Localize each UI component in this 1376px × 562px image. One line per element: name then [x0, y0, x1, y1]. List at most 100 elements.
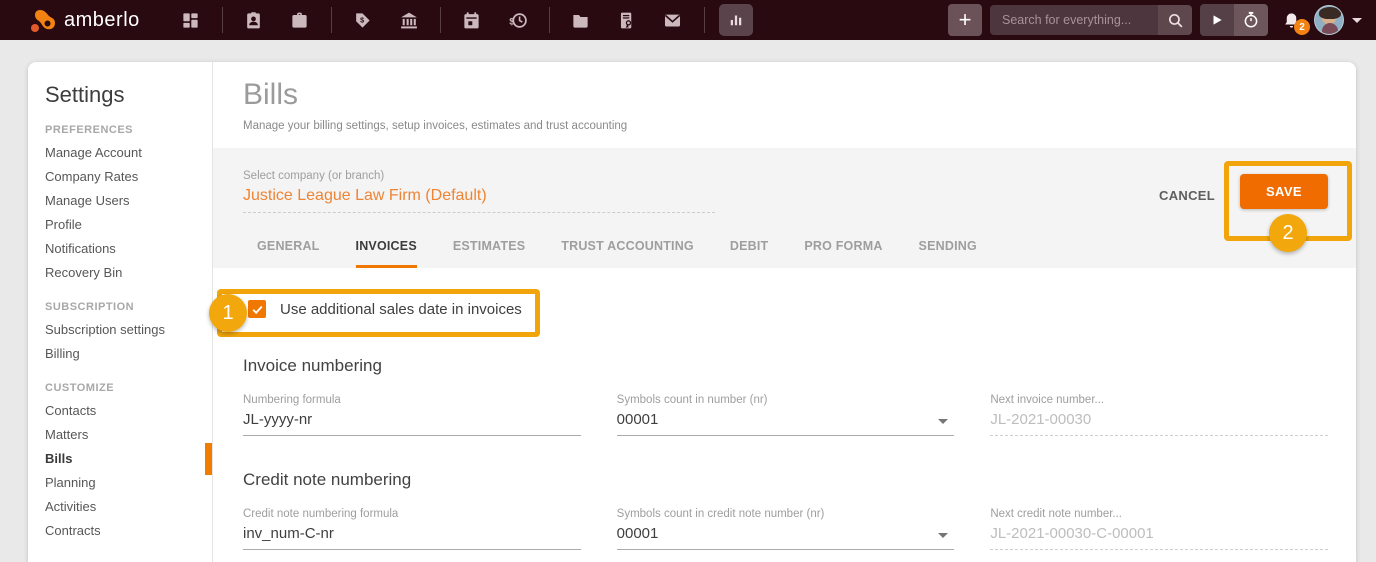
document-seal-icon[interactable] — [610, 4, 644, 36]
topbar-divider — [703, 7, 705, 33]
symbols-count-field: Symbols count in number (nr) 00001 — [616, 394, 955, 436]
tab-invoices[interactable]: INVOICES — [355, 239, 417, 268]
sidebar-item-manage-account[interactable]: Manage Account — [45, 141, 212, 165]
bank-icon[interactable] — [392, 4, 426, 36]
sidebar-section-customize: CUSTOMIZE — [45, 382, 115, 394]
topbar-nav-icons: $ $ — [174, 4, 753, 36]
sidebar-item-notifications[interactable]: Notifications — [45, 237, 212, 261]
numbering-formula-label: Numbering formula — [243, 394, 341, 406]
topbar-divider — [548, 7, 550, 33]
sidebar-section-subscription: SUBSCRIPTION — [45, 301, 135, 313]
sidebar-item-activities[interactable]: Activities — [45, 495, 212, 519]
sidebar-item-company-rates[interactable]: Company Rates — [45, 165, 212, 189]
global-search — [990, 5, 1192, 35]
next-invoice-number-field: Next invoice number... JL-2021-00030 — [990, 394, 1328, 436]
credit-note-formula-field: Credit note numbering formula inv_num-C-… — [243, 508, 581, 550]
dropdown-caret-icon[interactable] — [938, 419, 949, 424]
symbols-count-select[interactable]: 00001 — [616, 411, 955, 436]
tab-sending[interactable]: SENDING — [919, 239, 977, 268]
svg-text:$: $ — [509, 16, 515, 27]
credit-note-symbols-label: Symbols count in credit note number (nr) — [616, 508, 825, 520]
tab-estimates[interactable]: ESTIMATES — [453, 239, 525, 268]
time-billing-icon[interactable]: $ — [501, 4, 535, 36]
search-input[interactable] — [990, 5, 1158, 35]
page-title: Bills — [243, 78, 299, 111]
company-select-label: Select company (or branch) — [243, 170, 385, 182]
topbar-divider — [330, 7, 332, 33]
sidebar-section-preferences: PREFERENCES — [45, 124, 134, 136]
notifications-bell-icon[interactable]: 2 — [1276, 4, 1310, 36]
amberlo-logo-icon — [31, 10, 55, 32]
credit-note-formula-input[interactable]: inv_num-C-nr — [243, 525, 581, 550]
page-header: Bills Manage your billing settings, setu… — [213, 62, 1356, 132]
logo-text: amberlo — [64, 8, 140, 31]
cancel-button[interactable]: CANCEL — [1159, 188, 1215, 203]
next-credit-note-number-label: Next credit note number... — [990, 508, 1123, 520]
sidebar-item-subscription-settings[interactable]: Subscription settings — [45, 318, 212, 342]
sidebar-item-planning[interactable]: Planning — [45, 471, 212, 495]
notification-count-badge: 2 — [1294, 19, 1310, 35]
invoice-numbering-fields: Numbering formula JL-yyyy-nr Symbols cou… — [243, 394, 1328, 436]
credit-note-numbering-fields: Credit note numbering formula inv_num-C-… — [243, 508, 1328, 550]
contacts-badge-icon[interactable] — [237, 4, 271, 36]
sidebar-item-profile[interactable]: Profile — [45, 213, 212, 237]
tab-pro-forma[interactable]: PRO FORMA — [804, 239, 882, 268]
search-icon[interactable] — [1158, 5, 1192, 35]
tab-general[interactable]: GENERAL — [257, 239, 320, 268]
credit-note-formula-label: Credit note numbering formula — [243, 508, 399, 520]
invoices-tab-content: Use additional sales date in invoices In… — [213, 300, 1356, 550]
quick-add-button[interactable]: + — [948, 4, 982, 36]
sales-date-checkbox[interactable] — [248, 300, 266, 318]
next-credit-note-number-value: JL-2021-00030-C-00001 — [990, 525, 1328, 550]
svg-text:$: $ — [360, 16, 364, 24]
calendar-icon[interactable] — [455, 4, 489, 36]
sales-date-checkbox-row: Use additional sales date in invoices — [243, 300, 1328, 318]
mail-icon[interactable] — [656, 4, 690, 36]
sidebar-title: Settings — [45, 82, 125, 107]
matters-briefcase-icon[interactable] — [283, 4, 317, 36]
apps-grid-icon[interactable] — [174, 4, 208, 36]
save-button[interactable]: SAVE — [1239, 174, 1328, 209]
sidebar-item-bills-label: Bills — [45, 451, 73, 466]
next-invoice-number-value: JL-2021-00030 — [990, 411, 1328, 436]
page-subtitle: Manage your billing settings, setup invo… — [243, 120, 628, 132]
credit-note-symbols-select[interactable]: 00001 — [616, 525, 955, 550]
tab-debit[interactable]: DEBIT — [730, 239, 769, 268]
start-timer-play-icon[interactable] — [1200, 4, 1234, 36]
account-menu-caret-icon[interactable] — [1352, 17, 1362, 23]
sidebar-item-contacts[interactable]: Contacts — [45, 399, 212, 423]
bills-tabs: GENERAL INVOICES ESTIMATES TRUST ACCOUNT… — [243, 239, 1328, 268]
reports-chart-icon[interactable] — [718, 4, 753, 36]
sales-date-checkbox-label[interactable]: Use additional sales date in invoices — [280, 301, 522, 318]
credit-note-numbering-heading: Credit note numbering — [243, 470, 412, 489]
topbar-divider — [221, 7, 223, 33]
bills-settings-main: Bills Manage your billing settings, setu… — [213, 62, 1356, 562]
numbering-formula-field: Numbering formula JL-yyyy-nr — [243, 394, 581, 436]
stopwatch-icon[interactable] — [1234, 4, 1268, 36]
settings-sidebar: Settings PREFERENCES Manage Account Comp… — [28, 62, 213, 562]
sidebar-item-billing[interactable]: Billing — [45, 342, 212, 366]
billing-tag-icon[interactable]: $ — [346, 4, 380, 36]
next-invoice-number-label: Next invoice number... — [990, 394, 1105, 406]
dropdown-caret-icon[interactable] — [938, 533, 949, 538]
invoice-numbering-heading: Invoice numbering — [243, 356, 382, 375]
topbar-divider — [439, 7, 441, 33]
settings-card: Settings PREFERENCES Manage Account Comp… — [28, 62, 1356, 562]
tab-trust-accounting[interactable]: TRUST ACCOUNTING — [561, 239, 694, 268]
sidebar-item-recovery-bin[interactable]: Recovery Bin — [45, 261, 212, 285]
top-navigation-bar: amberlo $ $ + Search for everything... 2 — [0, 0, 1376, 40]
company-and-tabs-band: Select company (or branch) Justice Leagu… — [213, 148, 1356, 268]
symbols-count-label: Symbols count in number (nr) — [616, 394, 768, 406]
sidebar-item-manage-users[interactable]: Manage Users — [45, 189, 212, 213]
credit-note-symbols-field: Symbols count in credit note number (nr)… — [616, 508, 955, 550]
amberlo-logo[interactable]: amberlo — [30, 7, 140, 33]
sidebar-item-bills[interactable]: Bills — [45, 443, 212, 475]
sidebar-item-contracts[interactable]: Contracts — [45, 519, 212, 543]
company-select-value[interactable]: Justice League Law Firm (Default) — [243, 187, 715, 213]
next-credit-note-number-field: Next credit note number... JL-2021-00030… — [990, 508, 1328, 550]
sidebar-item-matters[interactable]: Matters — [45, 423, 212, 447]
topbar-right-cluster: + 2 — [948, 4, 1362, 36]
numbering-formula-input[interactable]: JL-yyyy-nr — [243, 411, 581, 436]
user-avatar[interactable] — [1314, 5, 1344, 35]
documents-folder-icon[interactable] — [564, 4, 598, 36]
